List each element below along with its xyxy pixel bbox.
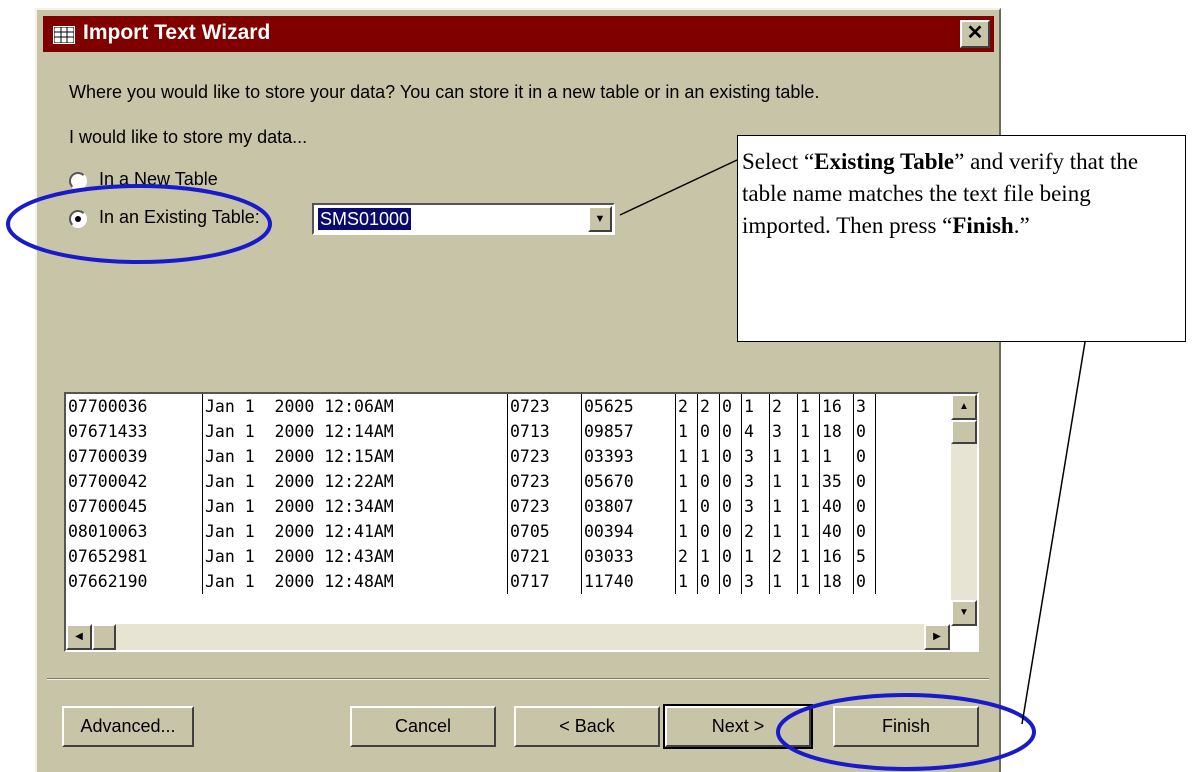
- annotation-overlay: [6, 159, 1086, 771]
- highlight-ellipse-existing-table: [6, 184, 272, 264]
- callout-text: .”: [1013, 213, 1030, 238]
- highlight-ellipse-finish: [776, 693, 1036, 771]
- callout-text: Select “: [742, 149, 815, 174]
- callout-pointer-line-finish: [1021, 341, 1086, 725]
- callout-bold-existing-table: Existing Table: [814, 149, 955, 174]
- callout-bold-finish: Finish: [952, 213, 1014, 238]
- instruction-callout: Select “Existing Table” and verify that …: [737, 135, 1186, 342]
- callout-pointer-line: [619, 159, 738, 216]
